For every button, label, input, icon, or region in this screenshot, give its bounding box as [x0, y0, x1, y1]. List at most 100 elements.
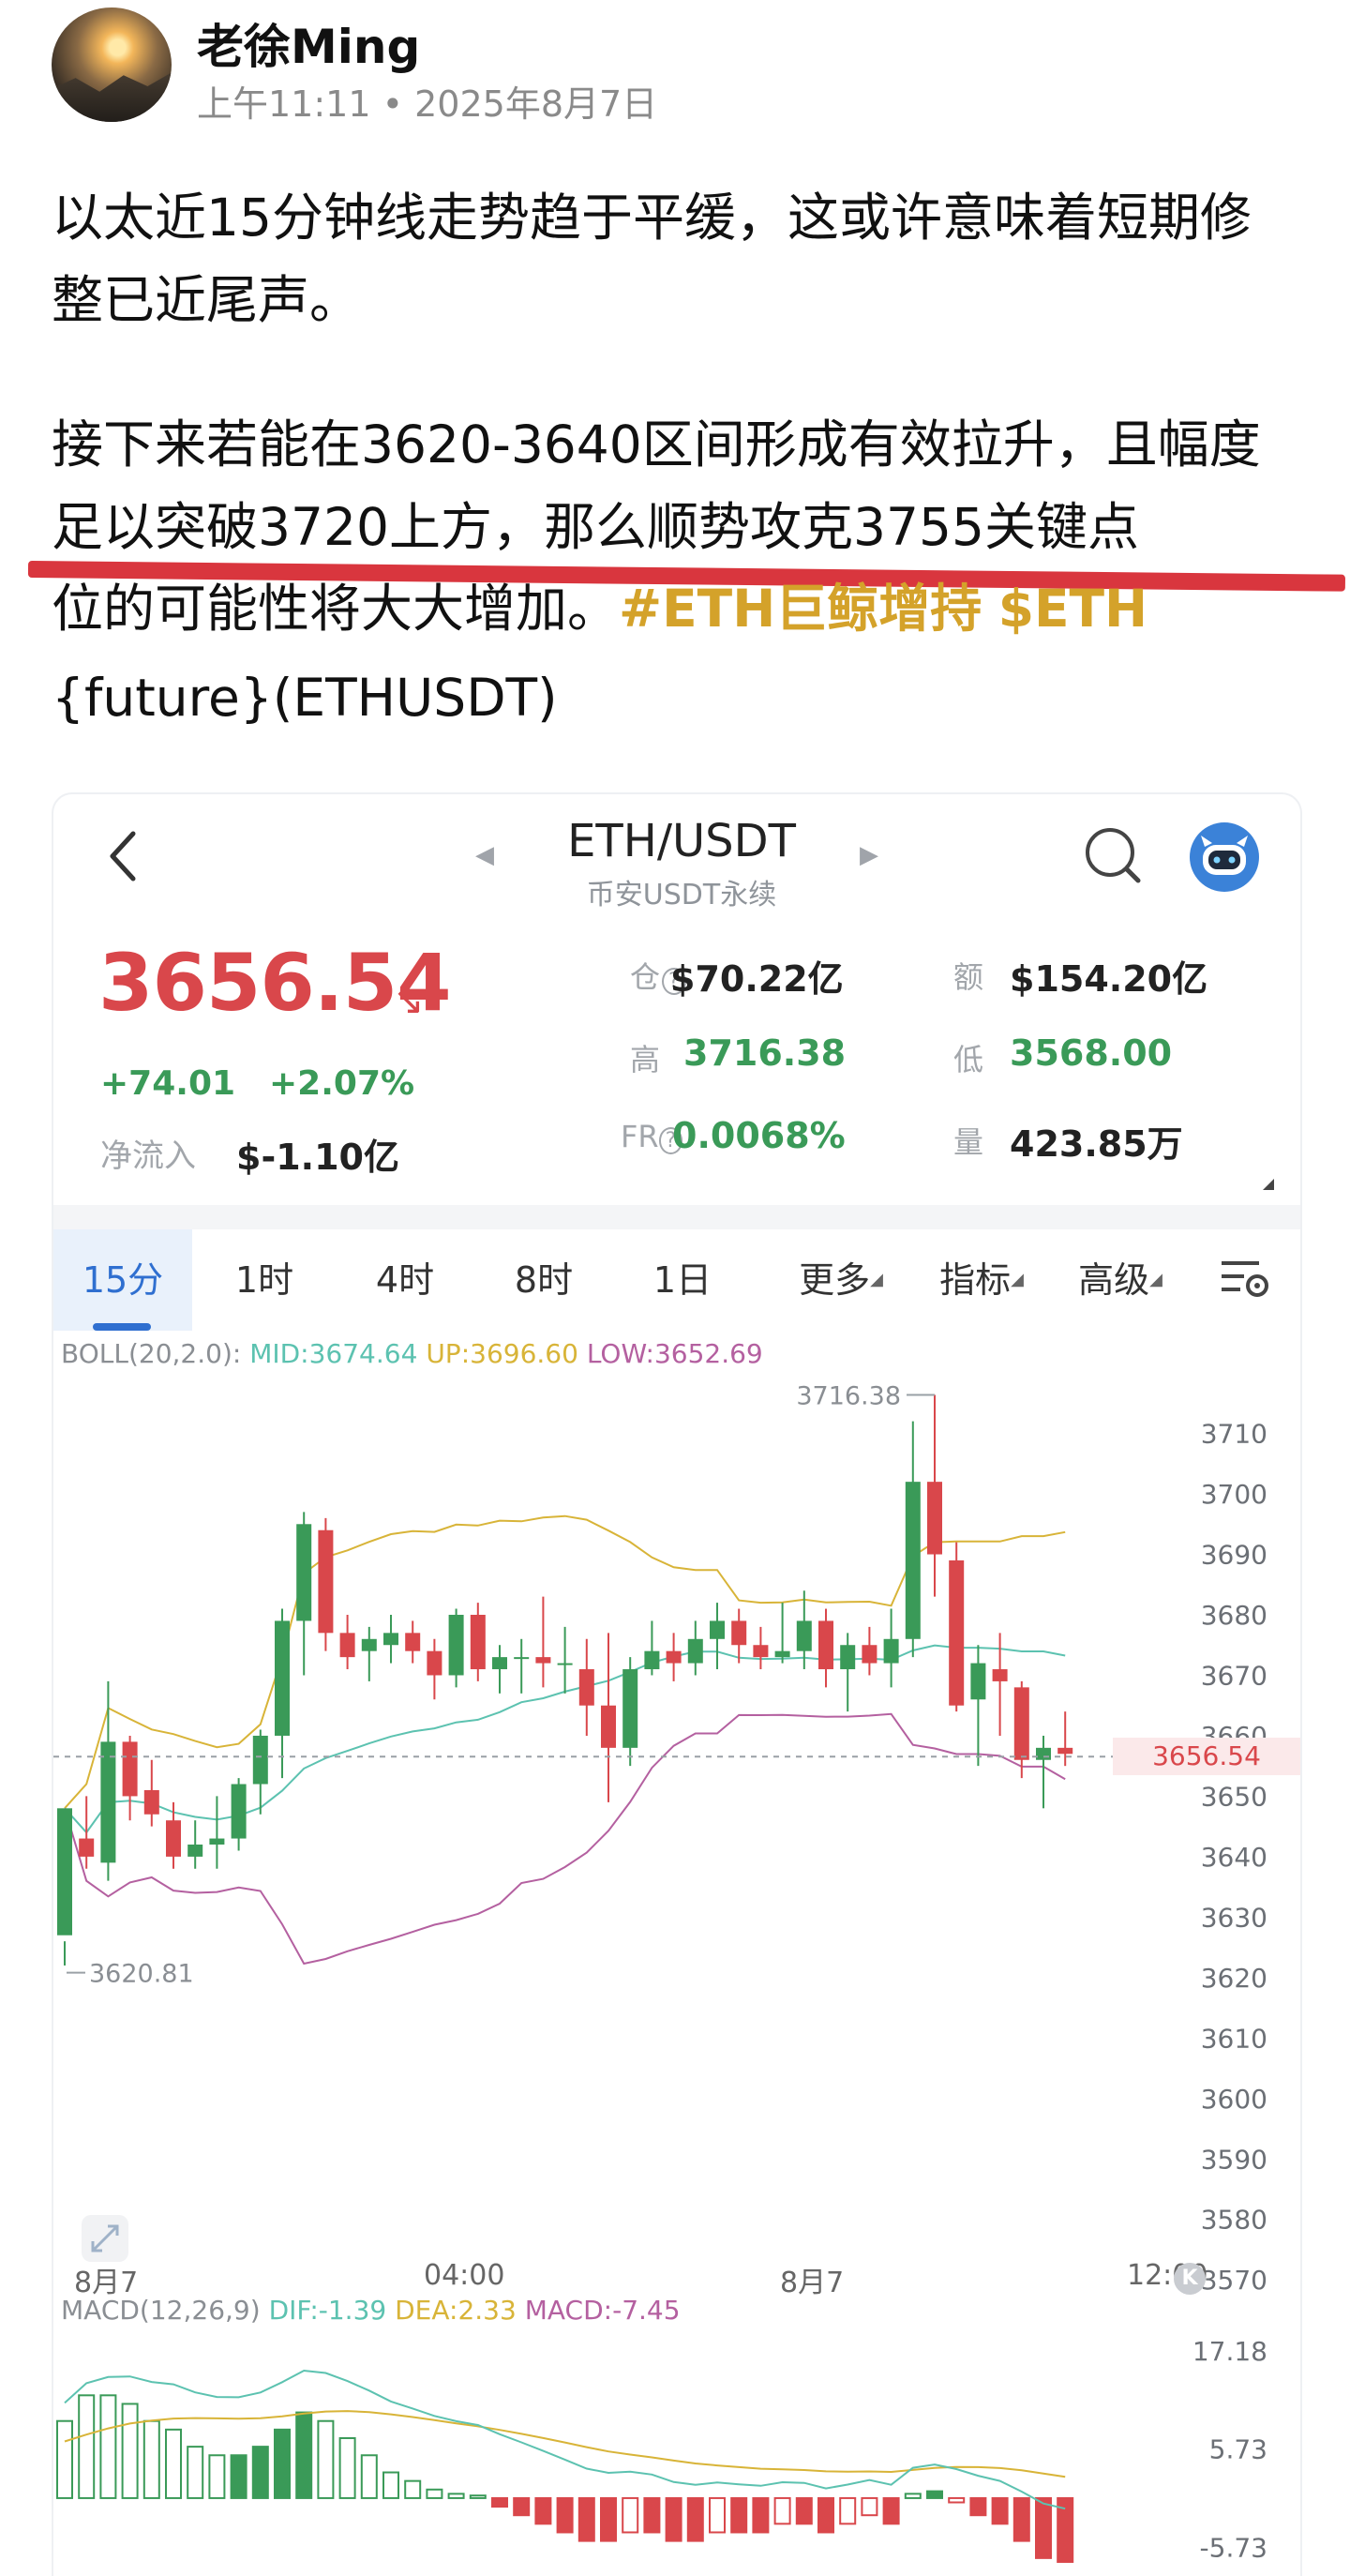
candle-body [753, 1645, 769, 1658]
candle-body [492, 1657, 507, 1670]
macd-histogram-bar [861, 2496, 878, 2517]
y-tick-label: 3600 [1201, 2084, 1268, 2115]
candle-body [405, 1633, 421, 1651]
chart-settings-icon[interactable] [1216, 1254, 1272, 1303]
candle-body [818, 1620, 833, 1670]
macd-histogram-bar [230, 2454, 248, 2499]
tab-label: 更多 [799, 1259, 871, 1301]
candle-body [448, 1615, 464, 1676]
post-date: 2025年8月7日 [414, 83, 658, 125]
candle-body [666, 1650, 682, 1664]
low-label: 低 [953, 1042, 984, 1077]
candlestick-chart[interactable]: 3710370036903680367036603650364036303620… [53, 1366, 1300, 2323]
caret-icon: ◢ [1149, 1270, 1162, 1289]
macd-histogram-bar [251, 2446, 269, 2499]
macd-histogram-bar [730, 2496, 748, 2534]
expand-icon [82, 2215, 128, 2262]
candle-body [383, 1633, 398, 1646]
post-timestamp: 上午11:11 • 2025年8月7日 [197, 75, 657, 127]
trading-card[interactable]: ◀ ETH/USDT 币安USDT永续 ▶ 3656.54 ↘ +74.01 +… [52, 792, 1302, 2576]
cashtag-link[interactable]: $ETH [998, 579, 1148, 639]
candle-body [1058, 1747, 1073, 1755]
candle-body [557, 1663, 573, 1665]
candle-body [514, 1657, 530, 1660]
x-axis: 8月7 04:00 8月7 12:00 [53, 2259, 1300, 2299]
macd-histogram-bar [404, 2479, 422, 2499]
y-tick-label: 3620 [1201, 1963, 1268, 1994]
pair-title[interactable]: ETH/USDT [447, 815, 916, 867]
price-down-arrow-icon: ↘ [393, 980, 425, 1023]
macd-legend: MACD(12,26,9) DIF:-1.39 DEA:2.33 MACD:-7… [61, 2295, 681, 2326]
open-interest-label-text: 仓 [630, 959, 661, 995]
expand-corner-icon[interactable] [1263, 1179, 1274, 1190]
volume-label: 量 [953, 1124, 984, 1160]
x-tick-label: 04:00 [424, 2259, 505, 2292]
macd-histogram-bar [556, 2496, 574, 2534]
candle-body [710, 1620, 725, 1639]
current-price-tag: 3656.54 [1113, 1738, 1300, 1776]
candle-body [100, 1741, 116, 1863]
macd-name: MACD(12,26,9) [61, 2295, 261, 2326]
post-time: 上午11:11 [197, 83, 371, 125]
macd-histogram-bar [338, 2436, 356, 2499]
macd-histogram-bar [839, 2496, 857, 2525]
back-arrow-icon[interactable] [105, 828, 142, 884]
tab-8h[interactable]: 8时 [492, 1229, 595, 1331]
tab-15m[interactable]: 15分 [53, 1229, 192, 1331]
candle-body [339, 1633, 355, 1658]
macd-chart[interactable]: 17.18 5.73 -5.73 [53, 2332, 1300, 2576]
tab-advanced[interactable]: 高级◢ [1055, 1229, 1186, 1331]
macd-dea: DEA:2.33 [395, 2295, 517, 2326]
boll-legend: BOLL(20,2.0): MID:3674.64 UP:3696.60 LOW… [61, 1338, 763, 1369]
candle-body [970, 1663, 986, 1700]
candle-body [166, 1820, 181, 1857]
macd-histogram-bar [469, 2494, 487, 2499]
interval-tabs: 15分 1时 4时 8时 1日 更多◢ 指标◢ 高级◢ [53, 1229, 1300, 1331]
divider [53, 1205, 1300, 1229]
tab-1h[interactable]: 1时 [213, 1229, 316, 1331]
netflow-label: 净流入 [100, 1137, 196, 1175]
candle-body [774, 1650, 790, 1658]
macd-histogram-bar [643, 2496, 661, 2534]
macd-histogram-bar [208, 2454, 226, 2499]
search-icon[interactable] [1080, 822, 1146, 888]
macd-histogram-bar [78, 2394, 96, 2499]
macd-histogram-bar [56, 2419, 73, 2499]
next-pair-icon[interactable]: ▶ [860, 841, 878, 869]
tab-1d[interactable]: 1日 [631, 1229, 734, 1331]
tab-label: 1日 [652, 1259, 712, 1301]
candle-body [905, 1482, 921, 1639]
funding-rate-value: 0.0068% [672, 1115, 846, 1156]
author-avatar[interactable] [52, 8, 172, 122]
macd-histogram-bar [686, 2496, 704, 2542]
candle-body [252, 1735, 268, 1785]
candle-body [57, 1808, 72, 1936]
y-tick-label: 3610 [1201, 2023, 1268, 2054]
assistant-bot-icon[interactable] [1188, 821, 1261, 894]
macd-histogram-bar [1012, 2496, 1030, 2542]
tab-4h[interactable]: 4时 [353, 1229, 457, 1331]
hashtag-link[interactable]: #ETH巨鲸增持 [619, 579, 982, 639]
boll-up: UP:3696.60 [426, 1338, 578, 1369]
x-tick-label: 8月7 [780, 2267, 845, 2299]
macd-histogram-bar [622, 2496, 639, 2534]
candle-body [840, 1645, 856, 1670]
macd-value: MACD:-7.45 [524, 2295, 681, 2326]
high-label: 高 [630, 1042, 661, 1077]
tab-label: 指标 [939, 1259, 1012, 1301]
candle-body [470, 1615, 486, 1670]
candle-body [122, 1741, 138, 1797]
macd-histogram-bar [121, 2403, 139, 2499]
author-name[interactable]: 老徐Ming [197, 9, 420, 77]
macd-histogram-bar [752, 2496, 770, 2534]
y-tick-label: 3710 [1201, 1419, 1268, 1450]
macd-histogram-bar [773, 2496, 791, 2525]
tab-indicators[interactable]: 指标◢ [916, 1229, 1047, 1331]
caret-icon: ◢ [870, 1270, 883, 1289]
tab-more[interactable]: 更多◢ [775, 1229, 907, 1331]
candle-body [209, 1838, 225, 1845]
post-paragraph-2-end: 位的可能性将大大增加。#ETH巨鲸增持 $ETH [52, 567, 1298, 650]
macd-histogram-bar [360, 2454, 378, 2499]
future-link[interactable]: {future}(ETHUSDT) [52, 656, 1298, 739]
tab-label: 高级 [1078, 1259, 1150, 1301]
